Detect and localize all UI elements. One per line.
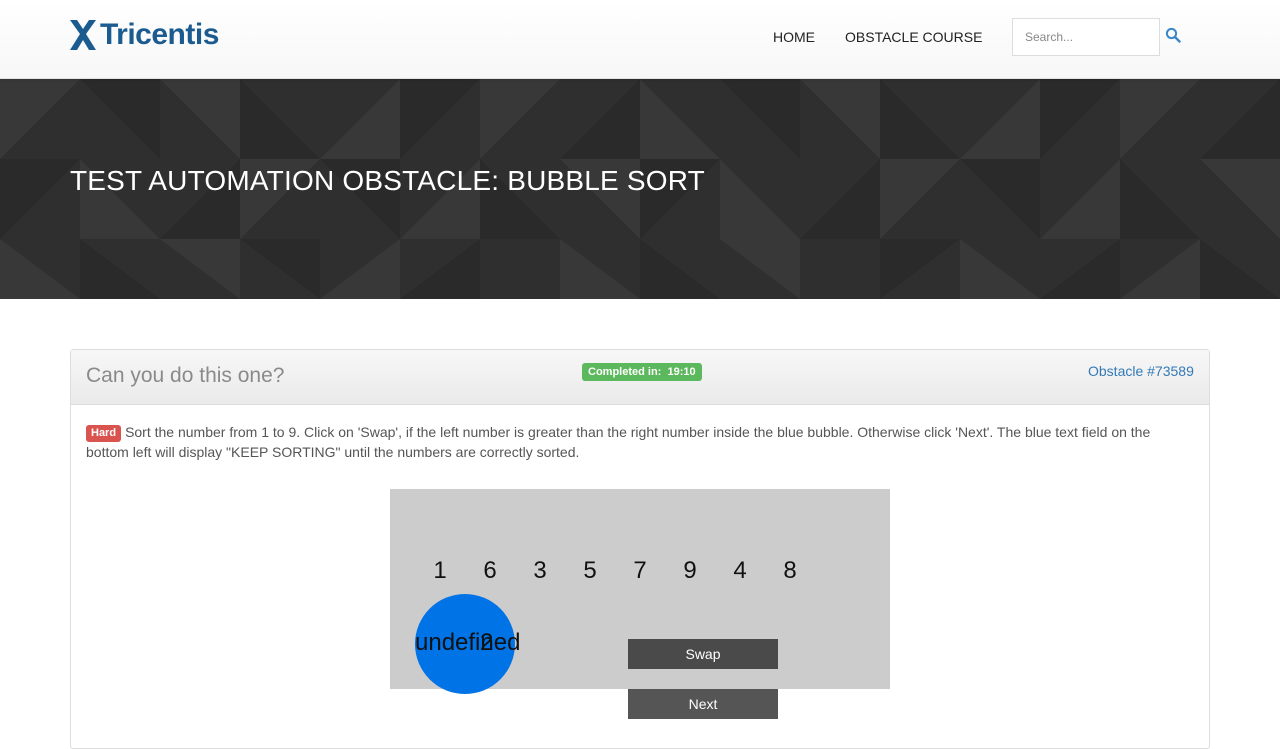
nav-obstacle-course[interactable]: OBSTACLE COURSE bbox=[845, 29, 982, 45]
description-text: Sort the number from 1 to 9. Click on 'S… bbox=[86, 424, 1151, 460]
swap-button[interactable]: Swap bbox=[628, 639, 778, 669]
panel-title: Can you do this one? bbox=[86, 364, 285, 387]
obstacle-id-link[interactable]: Obstacle #73589 bbox=[1088, 363, 1194, 379]
sort-number: 8 bbox=[783, 557, 797, 584]
page-title: TEST AUTOMATION OBSTACLE: BUBBLE SORT bbox=[70, 165, 705, 196]
next-button[interactable]: Next bbox=[628, 689, 778, 719]
search-input[interactable] bbox=[1012, 18, 1160, 56]
panel-heading: Can you do this one? Completed in: 19:10… bbox=[71, 350, 1209, 405]
sort-number: 1 bbox=[433, 557, 447, 584]
logo-text: Tricentis bbox=[100, 18, 219, 51]
sort-number: 9 bbox=[683, 557, 697, 584]
completed-badge: Completed in: 19:10 bbox=[582, 363, 702, 381]
nav-home[interactable]: HOME bbox=[773, 29, 815, 45]
hero-banner: TEST AUTOMATION OBSTACLE: BUBBLE SORT bbox=[0, 79, 1280, 299]
completed-time: 19:10 bbox=[667, 366, 696, 378]
completed-label: Completed in: bbox=[588, 366, 662, 378]
difficulty-badge: Hard bbox=[86, 425, 122, 442]
top-navbar: Tricentis HOME OBSTACLE COURSE bbox=[0, 0, 1280, 79]
tricentis-x-logo-icon bbox=[70, 20, 96, 50]
sort-number: 5 bbox=[583, 557, 597, 584]
logo[interactable]: Tricentis bbox=[70, 18, 219, 52]
sort-number: 7 bbox=[633, 557, 647, 584]
sort-number: 3 bbox=[533, 557, 547, 584]
sort-number: 4 bbox=[733, 557, 747, 584]
obstacle-description: Hard Sort the number from 1 to 9. Click o… bbox=[86, 422, 1176, 462]
sort-number: 6 bbox=[483, 557, 497, 584]
bubble-status-text: undefined bbox=[415, 629, 521, 656]
bubble-overlay-number: 2 bbox=[480, 629, 494, 656]
search-icon[interactable] bbox=[1165, 27, 1181, 43]
